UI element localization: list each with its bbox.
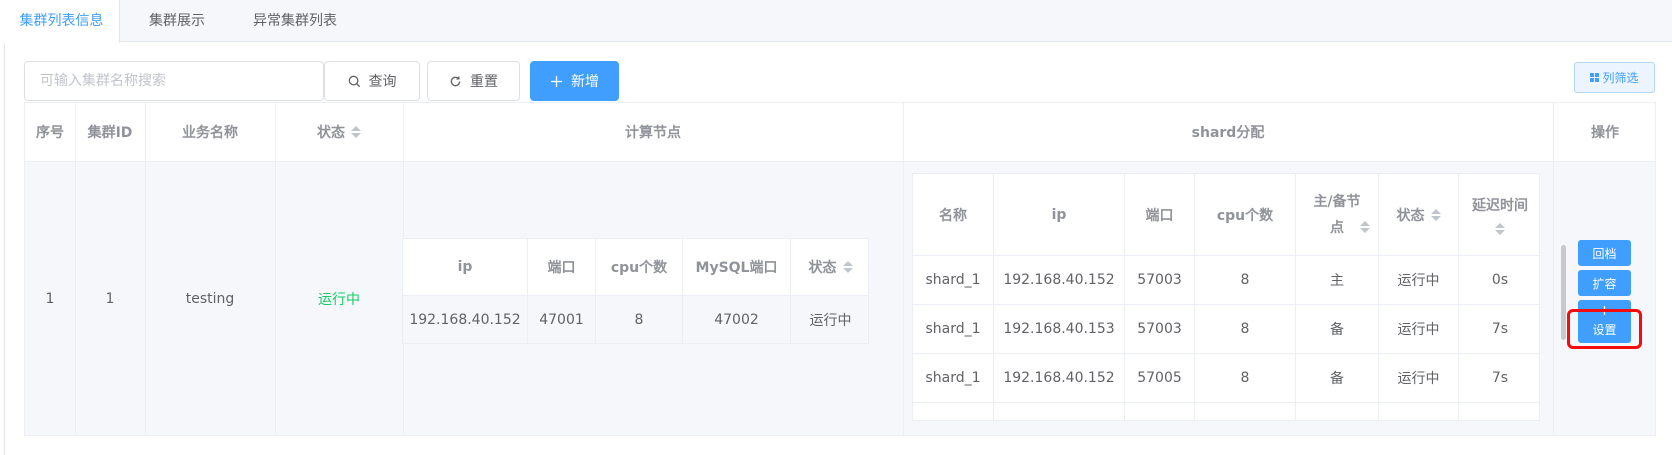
- tab-cluster-list[interactable]: 集群列表信息: [4, 0, 120, 43]
- shard-row: shard_1 192.168.40.152 57005 8 备 运行中 7s: [913, 354, 1539, 403]
- shard-cell-role: 主: [1296, 256, 1379, 304]
- grid-icon: [1590, 73, 1600, 82]
- compute-header-mysql-port: MySQL端口: [683, 239, 791, 295]
- expand-button[interactable]: 扩容: [1578, 270, 1631, 296]
- sort-icon[interactable]: [1360, 221, 1370, 233]
- compute-cell-port: 47001: [528, 296, 596, 343]
- shard-table: 名称 ip 端口 cpu个数 主/备节点 状态 延迟时间 shard_1 192…: [912, 173, 1540, 421]
- compute-header-port: 端口: [528, 239, 596, 295]
- compute-nodes-table: ip 端口 cpu个数 MySQL端口 状态 192.168.40.152 47…: [402, 238, 869, 344]
- header-compute-nodes: 计算节点: [625, 125, 681, 141]
- shard-cell-port: 57003: [1125, 256, 1195, 304]
- compute-header-status[interactable]: 状态: [791, 239, 868, 295]
- header-index: 序号: [36, 125, 64, 141]
- shard-row: shard_1 192.168.40.153 57003 8 备 运行中 7s: [913, 305, 1539, 354]
- cell-business-name: testing: [185, 291, 235, 307]
- shard-header-delay-label: 延迟时间: [1472, 197, 1528, 214]
- compute-header-row: ip 端口 cpu个数 MySQL端口 状态: [403, 239, 868, 296]
- shard-header-cpu: cpu个数: [1195, 174, 1296, 255]
- shard-header-role[interactable]: 主/备节点: [1296, 174, 1379, 255]
- compute-row: 192.168.40.152 47001 8 47002 运行中: [403, 296, 868, 343]
- highlight-box: [1567, 309, 1642, 349]
- shard-header-status-label: 状态: [1396, 207, 1425, 224]
- shard-cell-port: 57005: [1125, 403, 1195, 420]
- reset-button[interactable]: 重置: [427, 61, 520, 101]
- shard-header-ip: ip: [994, 174, 1125, 255]
- refresh-icon: [450, 75, 461, 86]
- shard-cell-cpu: 8: [1195, 354, 1296, 402]
- column-filter-label: 列筛选: [1602, 71, 1639, 85]
- shard-header-row: 名称 ip 端口 cpu个数 主/备节点 状态 延迟时间: [913, 174, 1539, 256]
- shard-cell-cpu: 8: [1195, 403, 1296, 420]
- shard-cell-delay: 0s: [1459, 403, 1539, 421]
- shard-cell-delay: 0s: [1491, 272, 1509, 288]
- shard-cell-delay: 7s: [1491, 370, 1509, 386]
- shard-cell-name: shard_2: [913, 403, 994, 420]
- shard-cell-role: 备: [1296, 354, 1379, 402]
- shard-cell-cpu: 8: [1195, 256, 1296, 304]
- shard-header-name: 名称: [913, 174, 994, 255]
- header-cluster-id: 集群ID: [87, 125, 133, 141]
- shard-row: shard_2 192.168.40.153 57005 8 主 运行中 0s: [913, 403, 1539, 421]
- header-status[interactable]: 状态: [275, 103, 403, 161]
- tab-cluster-display[interactable]: 集群展示: [122, 0, 232, 42]
- cell-cluster-id: 1: [105, 291, 115, 307]
- sort-icon[interactable]: [351, 126, 361, 138]
- shard-cell-ip: 192.168.40.153: [994, 305, 1125, 353]
- compute-cell-ip: 192.168.40.152: [403, 296, 528, 343]
- reset-label: 重置: [470, 74, 498, 90]
- shard-header-port: 端口: [1125, 174, 1195, 255]
- shard-header-status[interactable]: 状态: [1379, 174, 1459, 255]
- shard-cell-name: shard_1: [913, 256, 994, 304]
- sort-icon[interactable]: [1495, 222, 1505, 235]
- shard-cell-port: 57003: [1125, 305, 1195, 353]
- shard-cell-port: 57005: [1125, 354, 1195, 402]
- add-button[interactable]: 新增: [530, 61, 619, 101]
- search-icon: [348, 75, 360, 87]
- header-ops: 操作: [1591, 125, 1619, 141]
- shard-cell-status: 运行中: [1379, 256, 1459, 304]
- plus-icon: [550, 75, 563, 87]
- compute-header-cpu: cpu个数: [596, 239, 683, 295]
- shard-cell-ip: 192.168.40.152: [994, 354, 1125, 402]
- shard-header-role-label: 主/备节点: [1313, 193, 1361, 236]
- cluster-search-input[interactable]: [24, 61, 324, 101]
- shard-cell-name: shard_1: [913, 305, 994, 353]
- compute-cell-cpu: 8: [596, 296, 683, 343]
- sort-icon[interactable]: [1430, 208, 1441, 221]
- query-button[interactable]: 查询: [324, 61, 420, 101]
- shard-table-scrollbar[interactable]: [1561, 245, 1566, 340]
- shard-cell-status: 运行中: [1379, 305, 1459, 353]
- sort-icon[interactable]: [842, 261, 853, 273]
- compute-header-ip: ip: [403, 239, 528, 295]
- shard-cell-ip: 192.168.40.153: [994, 403, 1125, 420]
- tab-bar: 集群列表信息 集群展示 异常集群列表: [4, 0, 1672, 43]
- shard-header-delay[interactable]: 延迟时间: [1459, 174, 1539, 255]
- shard-cell-name: shard_1: [913, 354, 994, 402]
- compute-cell-status: 运行中: [809, 312, 852, 329]
- shard-cell-ip: 192.168.40.152: [994, 256, 1125, 304]
- tab-abnormal-clusters[interactable]: 异常集群列表: [230, 0, 360, 42]
- cell-index: 1: [45, 291, 55, 307]
- shard-cell-role: 主: [1296, 403, 1379, 420]
- compute-header-status-label: 状态: [808, 260, 837, 276]
- add-label: 新增: [571, 74, 599, 90]
- shard-row: shard_1 192.168.40.152 57003 8 主 运行中 0s: [913, 256, 1539, 305]
- rollback-button[interactable]: 回档: [1578, 240, 1631, 266]
- compute-cell-mysql-port: 47002: [683, 296, 791, 343]
- cell-status: 运行中: [318, 292, 360, 308]
- header-shard: shard分配: [1191, 125, 1265, 141]
- header-status-label: 状态: [317, 125, 345, 141]
- header-business-name: 业务名称: [182, 125, 238, 141]
- shard-cell-role: 备: [1296, 305, 1379, 353]
- column-filter-button[interactable]: 列筛选: [1574, 62, 1655, 93]
- shard-cell-cpu: 8: [1195, 305, 1296, 353]
- query-label: 查询: [368, 74, 397, 90]
- shard-cell-status: 运行中: [1379, 403, 1459, 420]
- shard-cell-delay: 7s: [1491, 321, 1509, 337]
- shard-cell-status: 运行中: [1379, 354, 1459, 402]
